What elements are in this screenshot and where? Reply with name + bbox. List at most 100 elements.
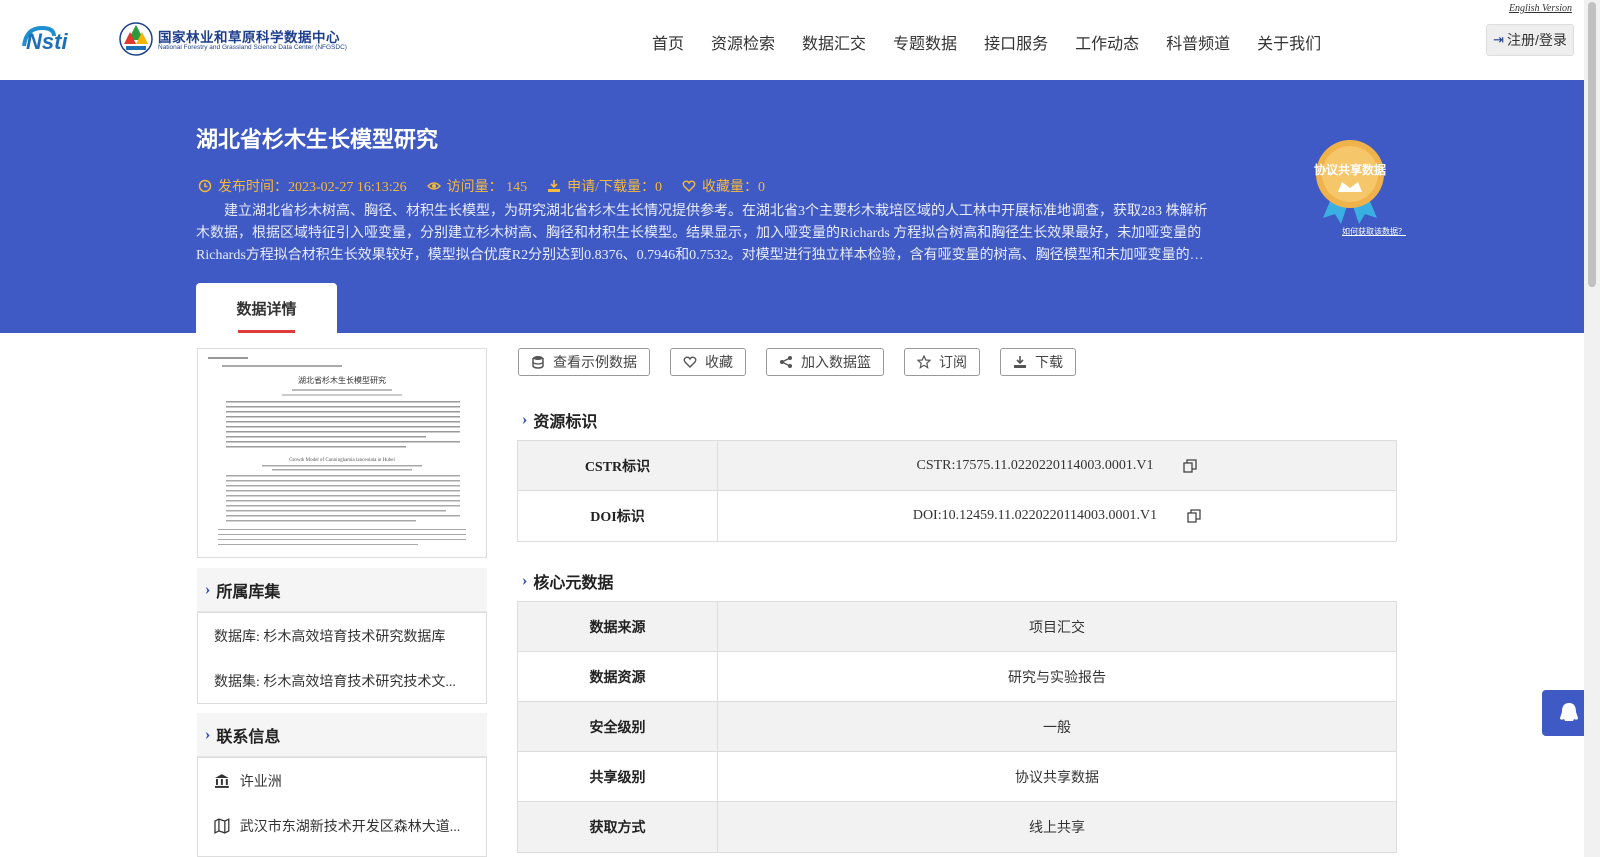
table-row: CSTR标识 CSTR:17575.11.0220220114003.0001.… [518,441,1396,491]
preview-title: 湖北省杉木生长模型研究 [298,375,386,385]
access-method-value: 线上共享 [1029,821,1085,836]
document-preview-lines: 湖北省杉木生长模型研究 Growth Model of Cunninghamia… [208,357,466,545]
data-source-key: 数据来源 [518,602,718,651]
data-source-value: 项目汇交 [1029,620,1085,636]
site-header: English Version Nsti 国家林业和草原科学数据中心 Natio… [0,0,1584,80]
copy-icon[interactable] [1187,509,1201,523]
document-thumbnail[interactable]: 湖北省杉木生长模型研究 Growth Model of Cunninghamia… [197,348,487,558]
favorite-button[interactable]: 收藏 [670,348,746,376]
table-row: 数据资源 研究与实验报告 [518,652,1396,702]
cstr-key: CSTR标识 [518,441,718,490]
resource-id-table: CSTR标识 CSTR:17575.11.0220220114003.0001.… [517,440,1397,542]
share-badge-text: 协议共享数据 [1314,162,1386,177]
doi-value: DOI:10.12459.11.0220220114003.0001.V1 [912,508,1158,523]
favorite-count-text: 收藏量：0 [702,180,765,195]
security-level-value: 一般 [1043,720,1071,736]
dataset-banner: 湖北省杉木生长模型研究 发布时间：2023-02-27 16:13:26 访问量… [0,80,1584,333]
heart-icon [682,180,696,192]
data-resource-value: 研究与实验报告 [1008,670,1106,686]
tab-data-details[interactable]: 数据详情 [196,283,337,333]
collection-panel-title: › 所属库集 [197,568,487,612]
login-button[interactable]: ⇥ 注册/登录 [1486,24,1574,56]
nav-about[interactable]: 关于我们 [1257,30,1321,54]
copy-icon[interactable] [1183,458,1198,473]
cstr-value-cell: CSTR:17575.11.0220220114003.0001.V1 [718,441,1396,490]
chat-icon [1560,703,1578,721]
dataset-abstract: 建立湖北省杉木树高、胸径、材积生长模型，为研究湖北省杉木生长情况提供参考。在湖北… [196,204,1208,263]
download-button[interactable]: 下载 [1000,348,1076,376]
nfgsdc-logo[interactable] [118,20,154,58]
contact-list: 许业洲 武汉市东湖新技术开发区森林大道... [197,757,487,857]
nav-topic-data[interactable]: 专题数据 [893,30,957,54]
download-count-text: 申请/下载量：0 [567,180,662,195]
contact-title-text: 联系信息 [216,728,281,746]
page-scrollbar[interactable] [1584,0,1600,857]
share-badge-icon: 协议共享数据 [1314,140,1386,224]
favorite-count: 收藏量：0 [682,176,765,196]
table-row: 数据来源 项目汇交 [518,602,1396,652]
nav-home[interactable]: 首页 [652,30,684,54]
favorite-label: 收藏 [705,356,733,371]
table-row: 获取方式 线上共享 [518,802,1396,852]
subscribe-button[interactable]: 订阅 [904,348,980,376]
nav-news[interactable]: 工作动态 [1075,30,1139,54]
eye-icon [426,182,441,190]
table-row: 安全级别 一般 [518,702,1396,752]
table-row: 共享级别 协议共享数据 [518,752,1396,802]
share-level-value: 协议共享数据 [1015,770,1099,786]
nsti-logo[interactable]: Nsti [18,22,98,54]
preview-title-en: Growth Model of Cunninghamia lanceolata … [289,458,395,463]
heart-icon [683,356,697,368]
nav-resource-search[interactable]: 资源检索 [711,30,775,54]
sign-in-icon: ⇥ [1493,32,1504,47]
map-icon [214,817,230,834]
collection-item-database-text: 数据库: 杉木高效培育技术研究数据库 [214,629,446,645]
login-label: 注册/登录 [1507,32,1567,48]
dataset-title: 湖北省杉木生长模型研究 [196,127,439,152]
collection-item-database[interactable]: 数据库: 杉木高效培育技术研究数据库 [198,613,486,658]
access-method-key: 获取方式 [518,802,718,852]
chevron-right-icon: › [522,572,528,589]
publish-time-text: 发布时间：2023-02-27 16:13:26 [218,180,407,195]
chevron-right-icon: › [205,725,211,743]
tab-data-details-label: 数据详情 [236,301,297,318]
add-to-basket-button[interactable]: 加入数据篮 [766,348,884,376]
collection-item-dataset[interactable]: 数据集: 杉木高效培育技术研究技术文... [198,658,486,703]
nav-popular-science[interactable]: 科普频道 [1166,30,1230,54]
nav-data-submission[interactable]: 数据汇交 [802,30,866,54]
action-toolbar: 查看示例数据 收藏 加入数据篮 订阅 下载 [518,348,1076,376]
resource-id-section-title: › 资源标识 [522,408,597,432]
contact-item-person: 许业洲 [198,758,486,803]
contact-panel-title: › 联系信息 [197,713,487,757]
contact-person-text: 许业洲 [239,774,282,790]
view-sample-data-button[interactable]: 查看示例数据 [518,348,650,376]
download-icon [548,180,561,192]
cstr-value: CSTR:17575.11.0220220114003.0001.V1 [916,457,1154,473]
visit-count-text: 访问量： 145 [446,180,528,195]
doi-key: DOI标识 [518,491,718,541]
nav-api-service[interactable]: 接口服务 [984,30,1048,54]
contact-item-address: 武汉市东湖新技术开发区森林大道... [198,803,486,848]
contact-address-text: 武汉市东湖新技术开发区森林大道... [239,819,461,835]
view-sample-data-label: 查看示例数据 [553,356,637,371]
how-to-get-data-link[interactable]: 如何获取该数据？ [1342,226,1406,237]
visit-count: 访问量： 145 [426,176,528,196]
collection-title-text: 所属库集 [216,583,281,601]
dataset-meta: 发布时间：2023-02-27 16:13:26 访问量： 145 申请/下载量… [198,176,765,196]
star-icon [917,355,931,369]
chevron-right-icon: › [205,580,211,598]
core-meta-title-text: 核心元数据 [533,575,614,592]
download-label: 下载 [1035,356,1063,371]
share-icon [780,356,792,368]
subscribe-label: 订阅 [939,356,967,371]
org-name-en: National Forestry and Grassland Science … [158,44,347,51]
english-version-link[interactable]: English Version [1509,3,1572,14]
resource-id-title-text: 资源标识 [533,414,598,431]
share-level-key: 共享级别 [518,752,718,801]
chevron-right-icon: › [522,411,528,428]
scrollbar-thumb[interactable] [1588,2,1596,287]
collection-list: 数据库: 杉木高效培育技术研究数据库 数据集: 杉木高效培育技术研究技术文... [197,612,487,704]
tab-active-indicator [238,330,295,333]
security-level-key: 安全级别 [518,702,718,751]
clock-icon [198,179,212,193]
